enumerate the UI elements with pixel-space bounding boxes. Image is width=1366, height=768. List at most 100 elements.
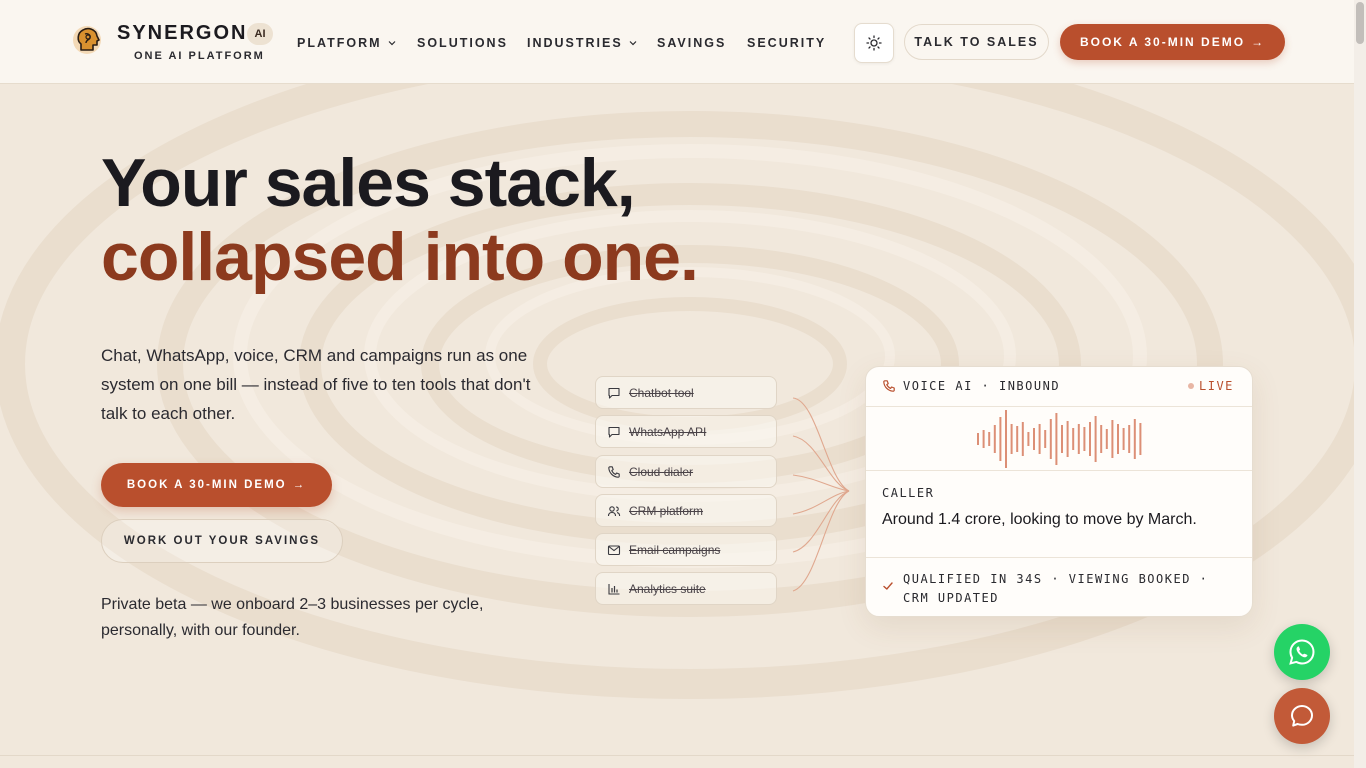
users-icon (607, 505, 621, 516)
waveform-bar (1117, 424, 1119, 454)
tool-label: Chatbot tool (629, 385, 694, 400)
hero-subheading: Chat, WhatsApp, voice, CRM and campaigns… (101, 346, 531, 423)
waveform-bar (977, 433, 979, 445)
site-header: SYNERGON AI ONE AI PLATFORM PLATFORM SOL… (0, 0, 1366, 84)
sun-icon (866, 35, 882, 51)
tool-label: Email campaigns (629, 542, 721, 557)
waveform-bar (1066, 421, 1069, 457)
waveform-bar (1083, 427, 1086, 451)
tool-label: Cloud dialer (629, 464, 694, 479)
tool-item-email-campaigns: Email campaigns (595, 533, 777, 566)
brand-ai-badge: AI (247, 23, 273, 45)
hero-book-demo-button[interactable]: BOOK A 30-MIN DEMO → (101, 463, 332, 507)
tool-item-analytics-suite: Analytics suite (595, 572, 777, 605)
waveform-bar (1038, 424, 1041, 454)
voice-card-header: VOICE AI · INBOUND LIVE (866, 367, 1252, 407)
bar-chart-icon (608, 583, 620, 595)
brand-name[interactable]: SYNERGON (117, 22, 247, 45)
live-indicator: LIVE (1199, 379, 1234, 393)
phone-icon (608, 465, 620, 478)
waveform-bar (999, 417, 1002, 461)
caller-quote: Around 1.4 crore, looking to move by Mar… (882, 511, 1197, 528)
check-icon (883, 582, 893, 590)
hero-book-demo-label: BOOK A 30-MIN DEMO (126, 479, 287, 491)
waveform-bar (982, 430, 985, 448)
nav-industries[interactable]: INDUSTRIES (527, 36, 637, 50)
waveform-bar (1016, 426, 1019, 452)
voice-card-title: VOICE AI · INBOUND (903, 379, 1061, 393)
waveform-bar (1128, 425, 1131, 453)
nav-savings[interactable]: SAVINGS (657, 36, 726, 50)
phone-icon (883, 380, 895, 392)
section-divider (0, 755, 1354, 756)
chevron-down-icon (629, 41, 637, 46)
header-book-demo-label: BOOK A 30-MIN DEMO (1079, 35, 1246, 49)
talk-to-sales-button[interactable]: TALK TO SALES (904, 24, 1049, 60)
waveform-bar (1027, 432, 1030, 446)
tool-label: WhatsApp API (629, 424, 707, 439)
waveform-bar (1105, 429, 1108, 449)
waveform-bar (1111, 420, 1114, 458)
voice-waveform (866, 407, 1252, 471)
waveform-bar (1010, 424, 1013, 454)
header-book-demo-button[interactable]: BOOK A 30-MIN DEMO → (1060, 24, 1285, 60)
scrollbar-thumb[interactable] (1356, 2, 1364, 44)
live-dot-icon (1188, 383, 1194, 389)
chat-bubble-icon (608, 426, 620, 438)
waveform-bar (1049, 419, 1052, 459)
private-beta-note: Private beta — we onboard 2–3 businesses… (101, 596, 484, 639)
hero-headline-accent: collapsed into one. (101, 219, 699, 295)
arrow-right-icon: → (292, 479, 307, 491)
waveform-bar (1072, 428, 1075, 450)
nav-industries-label: INDUSTRIES (527, 36, 623, 50)
theme-toggle-button[interactable] (854, 23, 894, 63)
nav-security[interactable]: SECURITY (747, 36, 826, 50)
chevron-down-icon (388, 41, 395, 46)
chat-bubble-icon (608, 387, 620, 399)
tool-label: CRM platform (629, 503, 704, 518)
tool-item-whatsapp-api: WhatsApp API (595, 415, 777, 448)
whatsapp-button[interactable] (1274, 624, 1330, 680)
tool-item-chatbot: Chatbot tool (595, 376, 777, 409)
voice-ai-card: VOICE AI · INBOUND LIVE CALLER Around 1.… (865, 366, 1253, 617)
nav-platform-label: PLATFORM (297, 36, 382, 50)
waveform-bar (1139, 423, 1142, 455)
waveform-bar (1089, 422, 1091, 456)
nav-platform[interactable]: PLATFORM (297, 36, 396, 50)
chat-widget-button[interactable] (1274, 688, 1330, 744)
nav-solutions-label: SOLUTIONS (417, 36, 508, 50)
tool-item-cloud-dialer: Cloud dialer (595, 455, 777, 488)
nav-savings-label: SAVINGS (657, 36, 727, 50)
waveform-bar (1005, 410, 1007, 468)
logo-head-icon[interactable] (72, 24, 102, 58)
hero-headline: Your sales stack, (101, 145, 636, 221)
call-outcome-status: QUALIFIED IN 34S · VIEWING BOOKED · CRM … (903, 572, 1209, 605)
voice-card-footer: QUALIFIED IN 34S · VIEWING BOOKED · CRM … (866, 557, 1252, 616)
waveform-bar (1122, 428, 1125, 450)
whatsapp-icon (1289, 639, 1315, 665)
nav-solutions[interactable]: SOLUTIONS (417, 36, 508, 50)
waveform-bar (993, 425, 996, 453)
tool-connector-lines (792, 397, 850, 592)
nav-security-label: SECURITY (747, 36, 827, 50)
waveform-bar (988, 432, 991, 446)
caller-label: CALLER (882, 486, 935, 500)
arrow-right-icon: → (1251, 35, 1266, 49)
waveform-bar (1055, 413, 1058, 465)
waveform-bar (1077, 424, 1080, 454)
waveform-bar (1044, 430, 1047, 448)
mail-icon (607, 544, 621, 555)
brand-tagline: ONE AI PLATFORM (134, 50, 265, 62)
chat-icon (1291, 705, 1313, 727)
waveform-bar (1061, 425, 1063, 453)
waveform-graphic (977, 410, 1142, 468)
work-out-savings-button[interactable]: WORK OUT YOUR SAVINGS (101, 519, 343, 563)
waveform-bar (1033, 428, 1035, 450)
waveform-bar (1094, 416, 1097, 462)
waveform-bar (1133, 419, 1136, 459)
waveform-bar (1100, 425, 1103, 453)
tool-item-crm-platform: CRM platform (595, 494, 777, 527)
tool-label: Analytics suite (629, 581, 706, 596)
waveform-bar (1021, 422, 1024, 456)
page-scrollbar[interactable] (1354, 0, 1366, 768)
